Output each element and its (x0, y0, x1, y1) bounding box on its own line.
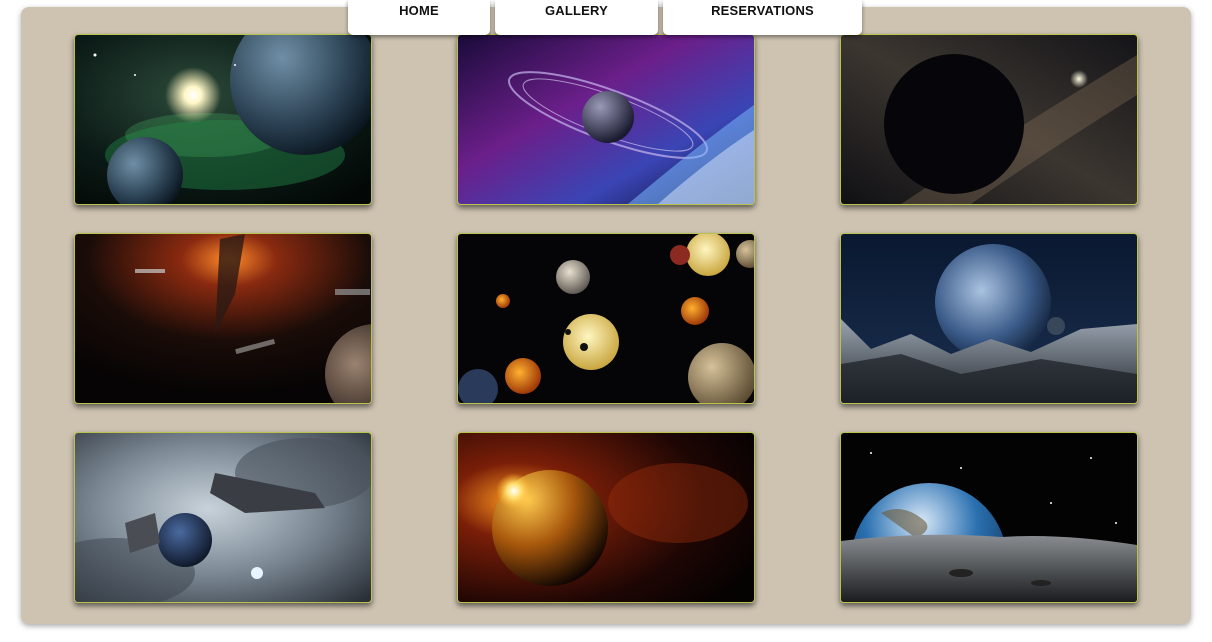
gallery-image-alien-landscape[interactable] (840, 233, 1138, 404)
gallery-image-dark-planet[interactable] (840, 34, 1138, 205)
planetary-system-picture (458, 234, 754, 403)
gallery-image-green-nebula[interactable] (74, 34, 372, 205)
gallery-image-planetary-system[interactable] (457, 233, 755, 404)
dark-planet-picture (841, 35, 1137, 204)
gallery-image-ringed-planet[interactable] (457, 34, 755, 205)
alien-landscape-picture (841, 234, 1137, 403)
golden-planet-picture (458, 433, 754, 602)
spaceships-clouds-picture (75, 433, 371, 602)
earth-moonrise-picture (841, 433, 1137, 602)
gallery-image-earth-moonrise[interactable] (840, 432, 1138, 603)
nav-gallery-button[interactable]: GALLERY (495, 0, 658, 35)
ringed-planet-picture (458, 35, 754, 204)
gallery-image-golden-planet[interactable] (457, 432, 755, 603)
nav-home-button[interactable]: HOME (348, 0, 490, 35)
gallery-image-space-battle[interactable] (74, 233, 372, 404)
space-battle-picture (75, 234, 371, 403)
green-nebula-picture (75, 35, 371, 204)
gallery-image-spaceships-clouds[interactable] (74, 432, 372, 603)
nav-reservations-button[interactable]: RESERVATIONS (663, 0, 862, 35)
